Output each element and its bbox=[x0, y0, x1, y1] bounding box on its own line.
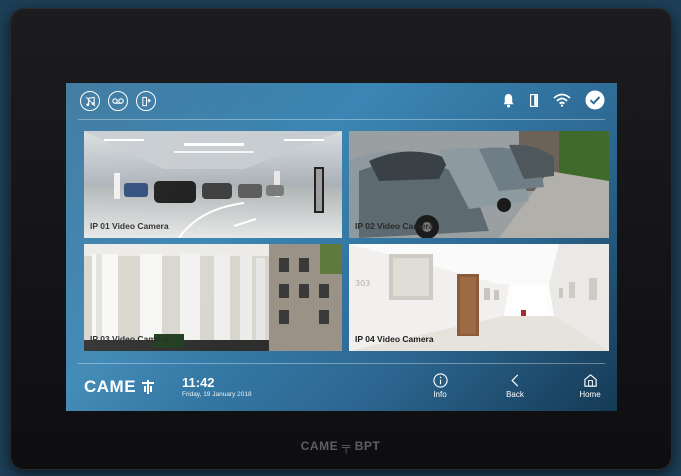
back-label: Back bbox=[506, 390, 524, 399]
door-exchange-icon[interactable] bbox=[136, 91, 156, 111]
clock-time: 11:42 bbox=[182, 375, 215, 390]
camera-4-label: IP 04 Video Camera bbox=[355, 334, 434, 344]
door-icon[interactable] bbox=[529, 93, 539, 113]
check-circle-icon[interactable] bbox=[585, 90, 605, 115]
touch-screen: IP 01 Video Camera IP 02 Video Camera IP… bbox=[66, 83, 617, 411]
back-button[interactable]: Back bbox=[495, 372, 535, 399]
camera-3-label: IP 03 Video Camera bbox=[90, 334, 169, 344]
brand-logo: CAME bbox=[84, 377, 155, 397]
camera-2-label: IP 02 Video Camera bbox=[355, 221, 434, 231]
wifi-icon[interactable] bbox=[553, 93, 571, 112]
camera-tile-2[interactable]: IP 02 Video Camera bbox=[349, 131, 609, 238]
camera-1-label: IP 01 Video Camera bbox=[90, 221, 169, 231]
brand-mark-icon bbox=[142, 380, 155, 394]
info-label: Info bbox=[433, 390, 447, 399]
top-status-bar bbox=[66, 83, 617, 119]
voicemail-icon[interactable] bbox=[108, 91, 128, 111]
info-icon bbox=[432, 372, 448, 388]
bottom-bar: CAME 11:42 Friday, 19 January 2018 Info … bbox=[66, 363, 617, 411]
clock-date: Friday, 19 January 2018 bbox=[182, 391, 252, 398]
camera-tile-3[interactable]: IP 03 Video Camera bbox=[84, 244, 342, 351]
device-brand-label: CAME ╤ BPT bbox=[300, 439, 381, 453]
bell-icon[interactable] bbox=[502, 93, 515, 113]
svg-text:303: 303 bbox=[355, 279, 370, 288]
camera-tile-1[interactable]: IP 01 Video Camera bbox=[84, 131, 342, 238]
home-label: Home bbox=[579, 390, 601, 399]
bottom-divider bbox=[78, 363, 605, 364]
chevron-left-icon bbox=[511, 373, 519, 387]
top-divider bbox=[78, 119, 605, 120]
clock: 11:42 Friday, 19 January 2018 bbox=[182, 375, 252, 398]
home-button[interactable]: Home bbox=[570, 372, 610, 399]
camera-tile-4[interactable]: 303 IP 04 Video Camera bbox=[349, 244, 609, 351]
info-button[interactable]: Info bbox=[420, 372, 460, 399]
camera-grid: IP 01 Video Camera IP 02 Video Camera IP… bbox=[84, 131, 609, 351]
brand-name: CAME bbox=[84, 377, 137, 396]
home-icon bbox=[583, 373, 597, 387]
music-note-icon[interactable] bbox=[80, 91, 100, 111]
